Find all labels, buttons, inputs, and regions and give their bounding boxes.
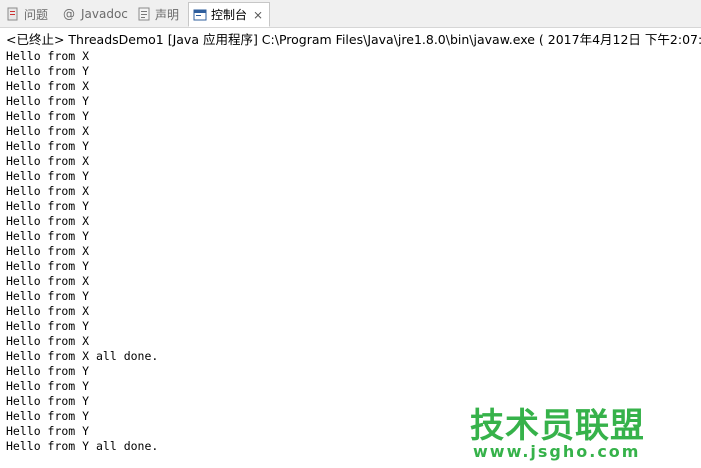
view-tab-bar: 问题 @ Javadoc 声明 控制台 ⨯ <box>0 0 701 28</box>
console-line: Hello from Y <box>6 64 90 78</box>
console-line: Hello from Y <box>6 139 90 153</box>
watermark-url: www.jsgho.com <box>473 442 641 461</box>
console-line: Hello from X <box>6 274 90 288</box>
tab-label: 控制台 <box>211 8 248 22</box>
console-line: Hello from X <box>6 214 90 228</box>
console-output[interactable]: Hello from X Hello from Y Hello from X Hell… <box>6 49 158 454</box>
console-line: Hello from X <box>6 304 90 318</box>
console-icon <box>193 8 207 22</box>
console-line: Hello from X <box>6 334 90 348</box>
console-line: Hello from Y <box>6 364 90 378</box>
console-line: Hello from X <box>6 184 90 198</box>
console-line: Hello from X all done. <box>6 349 159 363</box>
tab-label: 问题 <box>24 7 49 22</box>
console-line: Hello from Y <box>6 199 90 213</box>
console-line: Hello from Y <box>6 379 90 393</box>
console-line: Hello from Y all done. <box>6 439 159 453</box>
console-line: Hello from Y <box>6 94 90 108</box>
console-line: Hello from X <box>6 124 90 138</box>
tab-label: 声明 <box>155 7 180 22</box>
watermark-logo: 技术员联盟 www.jsgho.com <box>470 398 670 462</box>
console-header: <已终止> ThreadsDemo1 [Java 应用程序] C:\Progra… <box>6 32 701 47</box>
javadoc-icon: @ <box>63 7 75 21</box>
declaration-icon <box>137 7 151 21</box>
console-line: Hello from X <box>6 244 90 258</box>
console-line: Hello from Y <box>6 229 90 243</box>
console-line: Hello from Y <box>6 409 90 423</box>
tab-console[interactable]: 控制台 ⨯ <box>188 2 270 27</box>
tab-label: Javadoc <box>81 7 128 21</box>
console-line: Hello from X <box>6 154 90 168</box>
console-line: Hello from X <box>6 49 90 63</box>
console-line: Hello from Y <box>6 259 90 273</box>
close-icon[interactable]: ⨯ <box>253 8 263 22</box>
console-line: Hello from X <box>6 79 90 93</box>
console-line: Hello from Y <box>6 289 90 303</box>
console-line: Hello from Y <box>6 319 90 333</box>
console-line: Hello from Y <box>6 424 90 438</box>
console-line: Hello from Y <box>6 169 90 183</box>
console-line: Hello from Y <box>6 109 90 123</box>
tab-problems[interactable]: 问题 <box>6 3 48 25</box>
tab-declaration[interactable]: 声明 <box>137 3 179 25</box>
tab-javadoc[interactable]: @ Javadoc <box>63 3 128 25</box>
console-line: Hello from Y <box>6 394 90 408</box>
watermark-title: 技术员联盟 <box>470 406 645 446</box>
problems-icon <box>6 7 20 21</box>
